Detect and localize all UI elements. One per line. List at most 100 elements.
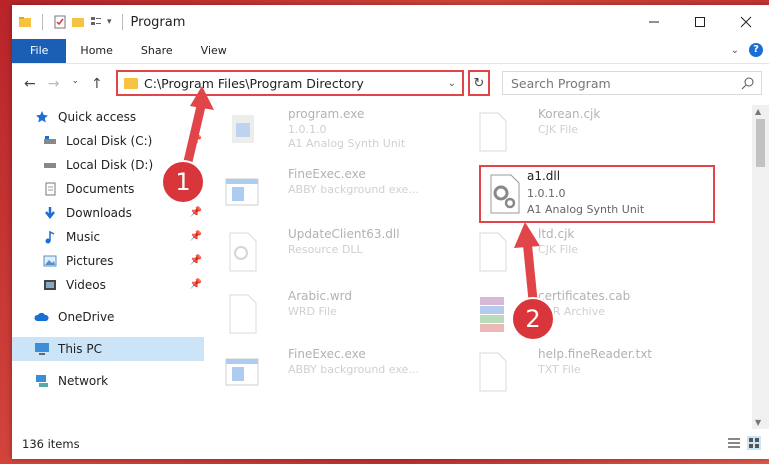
title-bar: ▾ Program xyxy=(12,5,769,39)
file-item-ltd-cjk[interactable]: ltd.cjk CJK File xyxy=(468,225,708,277)
sidebar-item-music[interactable]: Music 📌 xyxy=(12,225,204,249)
pin-icon: 📌 xyxy=(189,135,202,146)
maximize-button[interactable] xyxy=(677,5,723,39)
sidebar-item-label: Downloads xyxy=(66,206,132,220)
step-badge-2: 2 xyxy=(511,297,555,341)
step-badge-1: 1 xyxy=(161,160,205,204)
sidebar-item-this-pc[interactable]: This PC xyxy=(12,337,204,361)
sidebar-item-network[interactable]: Network xyxy=(12,369,204,393)
sidebar-item-label: Music xyxy=(66,230,101,244)
dll-gear-file-icon xyxy=(490,174,520,214)
document-file-icon xyxy=(479,352,507,392)
sidebar-item-label: Local Disk (D:) xyxy=(66,158,154,172)
pictures-icon xyxy=(42,253,58,269)
refresh-button[interactable]: ↻ xyxy=(468,70,490,96)
large-icons-view-icon[interactable] xyxy=(747,436,761,450)
download-icon xyxy=(42,205,58,221)
ribbon-tabs: File Home Share View ⌄ ? xyxy=(12,39,769,64)
file-name: certificates.cab xyxy=(538,289,631,303)
search-icon xyxy=(741,77,754,90)
file-type: TXT File xyxy=(538,363,581,376)
chevron-down-icon[interactable]: ⌄ xyxy=(448,78,456,89)
window-title: Program xyxy=(130,14,186,30)
file-item-fineexec-exe[interactable]: FineExec.exe ABBY background exe... xyxy=(218,165,458,217)
minimize-button[interactable] xyxy=(631,5,677,39)
navigation-buttons: ← → ⌄ ↑ xyxy=(12,76,120,92)
window-controls xyxy=(631,5,769,39)
file-description: A1 Analog Synth Unit xyxy=(288,137,406,150)
archive-file-icon xyxy=(480,297,504,332)
folder-icon xyxy=(19,17,31,27)
file-type: ABBY background exe... xyxy=(288,363,419,376)
file-item-fineexec-exe-2[interactable]: FineExec.exe ABBY background exe... xyxy=(218,345,458,397)
address-row: ← → ⌄ ↑ C:\Program Files\Program Directo… xyxy=(12,64,769,104)
maximize-icon xyxy=(695,17,705,27)
tab-file[interactable]: File xyxy=(12,39,67,63)
sidebar-item-local-disk-c[interactable]: Local Disk (C:) 📌 xyxy=(12,129,204,153)
file-item-program-exe[interactable]: program.exe 1.0.1.0 A1 Analog Synth Unit xyxy=(218,105,458,157)
tab-home[interactable]: Home xyxy=(66,39,126,63)
search-placeholder: Search Program xyxy=(511,75,611,91)
scroll-up-icon[interactable]: ▲ xyxy=(755,107,761,116)
sidebar-item-downloads[interactable]: Downloads 📌 xyxy=(12,201,204,225)
sidebar-item-label: Quick access xyxy=(58,110,137,124)
file-name: ltd.cjk xyxy=(538,227,575,241)
refresh-icon: ↻ xyxy=(473,75,485,91)
tab-view[interactable]: View xyxy=(187,39,241,63)
sidebar-item-onedrive[interactable]: OneDrive xyxy=(12,305,204,329)
file-item-updateclient63-dll[interactable]: UpdateClient63.dll Resource DLL xyxy=(218,225,458,277)
sidebar-item-pictures[interactable]: Pictures 📌 xyxy=(12,249,204,273)
search-input[interactable]: Search Program xyxy=(502,71,762,95)
recent-chevron-icon[interactable]: ⌄ xyxy=(71,76,79,92)
file-name: Korean.cjk xyxy=(538,107,601,121)
pin-icon: 📌 xyxy=(189,279,202,290)
sidebar-item-videos[interactable]: Videos 📌 xyxy=(12,273,204,297)
sidebar-item-quick-access[interactable]: Quick access xyxy=(12,105,204,129)
folder-icon xyxy=(124,77,138,89)
chevron-down-icon[interactable]: ▾ xyxy=(107,17,112,27)
file-type: Resource DLL xyxy=(288,243,363,256)
dll-file-icon xyxy=(229,232,257,272)
document-file-icon xyxy=(479,232,507,272)
file-item-a1-dll[interactable]: a1.dll 1.0.1.0 A1 Analog Synth Unit xyxy=(479,165,715,223)
file-version: 1.0.1.0 xyxy=(288,123,327,136)
file-name: FineExec.exe xyxy=(288,167,366,181)
file-name: help.fineReader.txt xyxy=(538,347,652,361)
tab-share[interactable]: Share xyxy=(127,39,187,63)
document-file-icon xyxy=(229,294,257,334)
computer-icon xyxy=(34,341,50,357)
star-icon xyxy=(34,109,50,125)
toolbar-divider xyxy=(42,14,43,30)
file-list: program.exe 1.0.1.0 A1 Analog Synth Unit… xyxy=(218,105,738,427)
close-button[interactable] xyxy=(723,5,769,39)
details-view-icon[interactable] xyxy=(727,436,741,450)
file-item-certificates-cab[interactable]: certificates.cab RAR Archive xyxy=(468,287,708,339)
file-item-arabic-wrd[interactable]: Arabic.wrd WRD File xyxy=(218,287,458,339)
file-version: 1.0.1.0 xyxy=(527,187,566,200)
drive-icon xyxy=(42,133,58,149)
new-folder-icon[interactable] xyxy=(71,15,85,29)
forward-arrow-icon[interactable]: → xyxy=(48,76,60,92)
minimize-icon xyxy=(649,21,659,23)
network-icon xyxy=(34,373,50,389)
sidebar-item-label: OneDrive xyxy=(58,310,115,324)
properties-icon[interactable] xyxy=(53,15,67,29)
exe-file-icon xyxy=(232,115,254,143)
file-type: CJK File xyxy=(538,123,579,136)
help-icon[interactable]: ? xyxy=(749,43,763,57)
up-arrow-icon[interactable]: ↑ xyxy=(91,76,103,92)
expand-ribbon-icon[interactable]: ⌄ xyxy=(731,45,739,56)
scroll-thumb[interactable] xyxy=(756,119,765,167)
file-item-korean-cjk[interactable]: Korean.cjk CJK File xyxy=(468,105,708,157)
file-name: Arabic.wrd xyxy=(288,289,353,303)
address-bar[interactable]: C:\Program Files\Program Directory ⌄ xyxy=(116,70,464,96)
file-item-help-finereader-txt[interactable]: help.fineReader.txt TXT File xyxy=(468,345,708,397)
videos-icon xyxy=(42,277,58,293)
file-name: program.exe xyxy=(288,107,365,121)
back-arrow-icon[interactable]: ← xyxy=(24,76,36,92)
customize-icon[interactable] xyxy=(89,15,103,29)
file-name: FineExec.exe xyxy=(288,347,366,361)
file-description: A1 Analog Synth Unit xyxy=(527,203,645,216)
vertical-scrollbar[interactable]: ▲ ▼ xyxy=(752,105,769,429)
scroll-down-icon[interactable]: ▼ xyxy=(755,418,761,427)
